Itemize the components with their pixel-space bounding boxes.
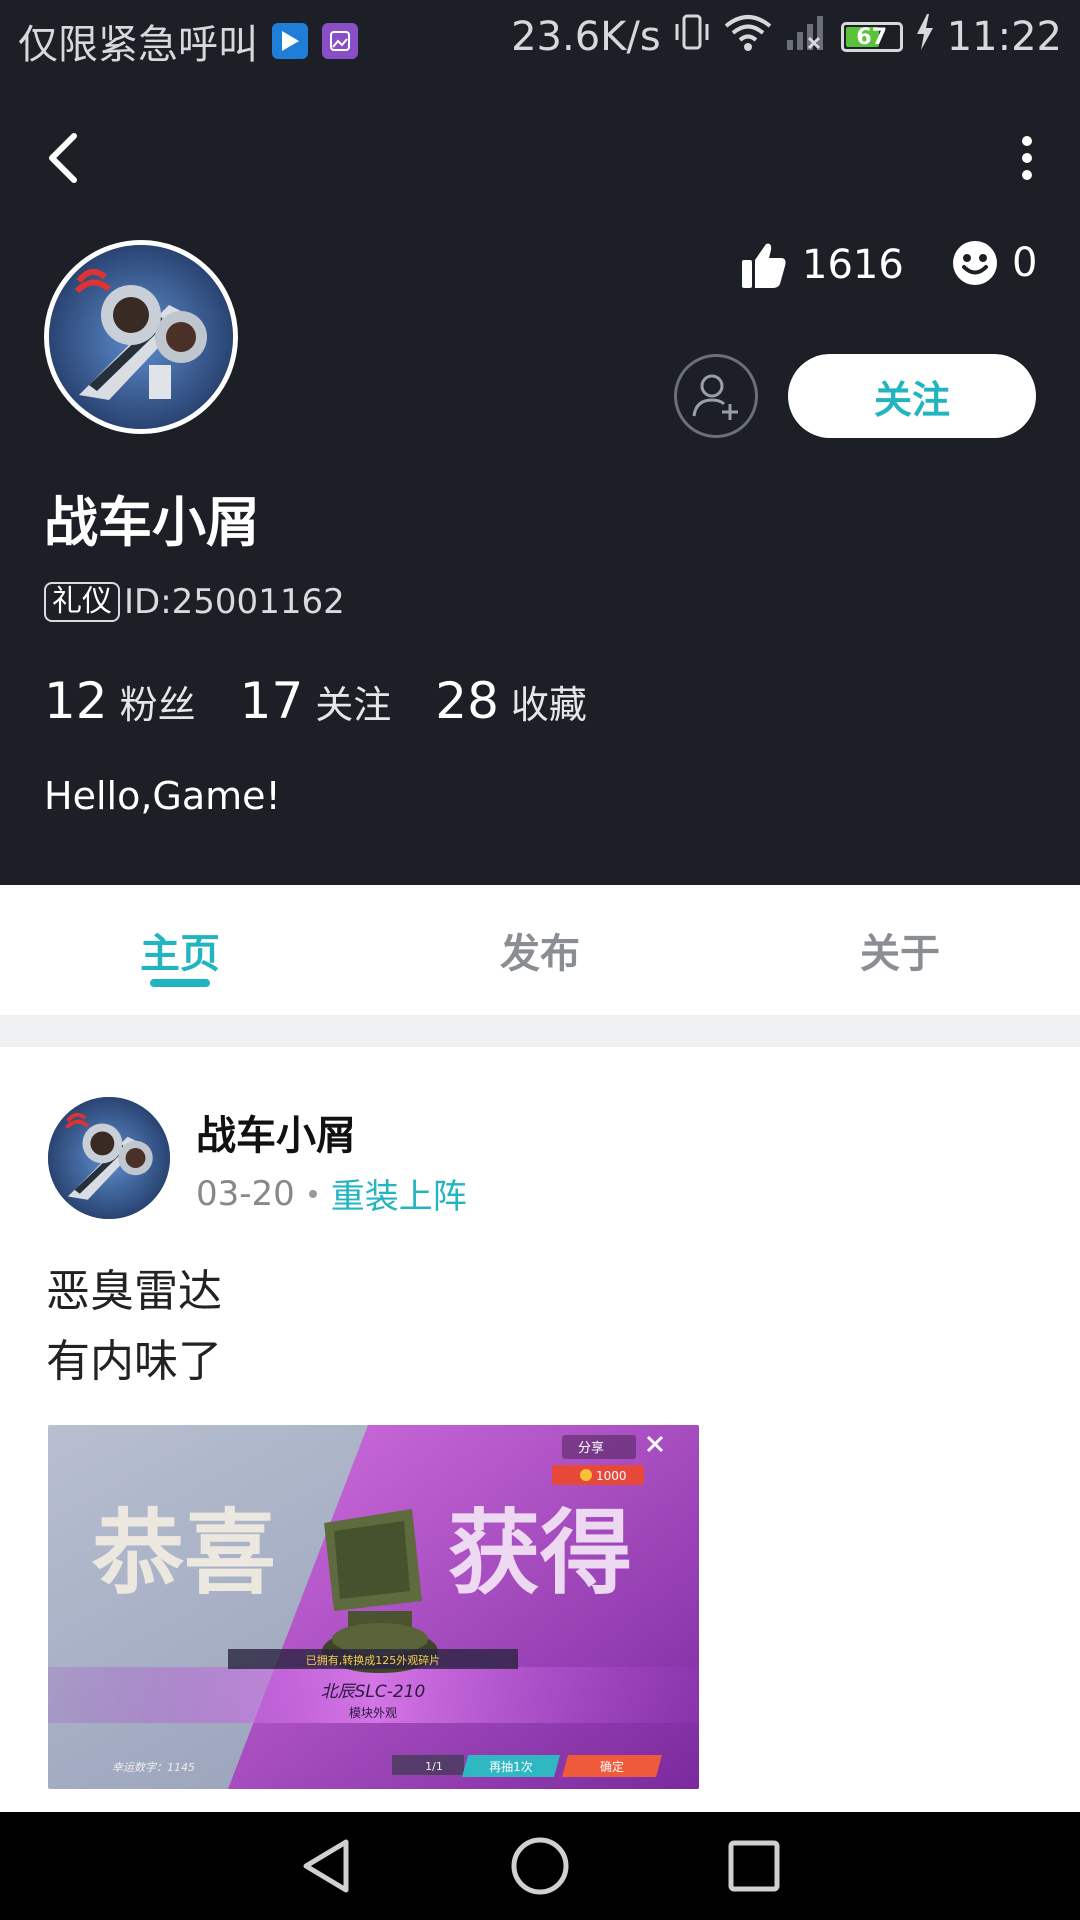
- share-label: 分享: [578, 1440, 604, 1456]
- add-friend-button[interactable]: [674, 354, 758, 438]
- charging-icon: [915, 14, 935, 60]
- tab-home[interactable]: 主页: [0, 885, 360, 1015]
- post-date: 03-20: [196, 1173, 295, 1214]
- item-name: 北辰SLC-210: [321, 1682, 426, 1702]
- mood-stat[interactable]: 0: [952, 240, 1037, 286]
- post-author-avatar[interactable]: [48, 1097, 170, 1219]
- more-dot-icon: [1022, 170, 1032, 180]
- battery-indicator: 67: [840, 22, 903, 52]
- tab-posts-label: 发布: [500, 931, 580, 977]
- favorites-label: 收藏: [510, 683, 587, 727]
- back-arrow-icon: [49, 133, 77, 183]
- more-dot-icon: [1022, 136, 1032, 146]
- vibrate-icon: [673, 12, 711, 62]
- user-id-row: 礼仪 ID:25001162: [44, 582, 345, 622]
- tab-about[interactable]: 关于: [720, 885, 1080, 1015]
- meta-separator: [308, 1189, 317, 1198]
- back-button[interactable]: [44, 128, 94, 188]
- post-text-line: 有内味了: [46, 1336, 222, 1387]
- mood-count: 0: [1012, 240, 1038, 286]
- item-type: 模块外观: [349, 1706, 397, 1720]
- status-bar: 仅限紧急呼叫 23.6K/s 67 11:22: [0, 0, 1080, 72]
- gallery-app-icon: [322, 23, 358, 59]
- active-tab-indicator: [150, 979, 210, 987]
- following-count: 17: [239, 672, 304, 730]
- retry-button-label: 再抽1次: [489, 1760, 533, 1774]
- post-text: 恶臭雷达 有内味了: [46, 1257, 222, 1397]
- tab-posts[interactable]: 发布: [360, 885, 720, 1015]
- nav-home-icon[interactable]: [510, 1836, 570, 1896]
- fans-count: 12: [44, 672, 108, 730]
- profile-counts: 12 粉丝 17 关注 28 收藏: [44, 672, 587, 730]
- favorites-count: 28: [435, 672, 499, 730]
- smiley-icon: [953, 241, 997, 285]
- signal-icon: [785, 12, 829, 62]
- confirm-button-label: 确定: [600, 1759, 624, 1774]
- user-id: ID:25001162: [124, 582, 345, 622]
- favorites-count-item[interactable]: 28 收藏: [435, 672, 587, 730]
- post-game-link[interactable]: 重装上阵: [331, 1169, 467, 1218]
- lucky-number: 幸运数字：1145: [112, 1761, 195, 1774]
- follow-button[interactable]: 关注: [788, 354, 1036, 438]
- banner-left-text: 恭喜: [91, 1500, 276, 1607]
- coins-value: 1000: [596, 1469, 627, 1483]
- nav-recents-icon[interactable]: [726, 1838, 782, 1894]
- draw-counter: 1/1: [425, 1760, 443, 1773]
- profile-avatar[interactable]: [44, 240, 238, 434]
- profile-header: 1616 0 关注 战车小屑 礼仪 ID:25001162 12 粉丝 17 关…: [0, 72, 1080, 885]
- likes-stat[interactable]: 1616: [740, 240, 904, 290]
- net-speed: 23.6K/s: [511, 14, 661, 60]
- owned-note: 已拥有,转换成125外观碎片: [306, 1653, 441, 1667]
- fans-count-item[interactable]: 12 粉丝: [44, 672, 196, 730]
- profile-username: 战车小屑: [44, 491, 260, 554]
- post-image[interactable]: 恭喜 获得 分享 1000 已拥有,转换成125外观碎片 北辰SLC-210 模…: [48, 1425, 699, 1789]
- play-app-icon: [272, 23, 308, 59]
- tab-about-label: 关于: [860, 931, 940, 977]
- system-nav-bar: [0, 1812, 1080, 1920]
- section-divider: [0, 1015, 1080, 1047]
- wifi-icon: [723, 12, 773, 62]
- add-user-icon: [692, 374, 738, 420]
- thumbs-up-icon: [742, 243, 786, 288]
- carrier-text: 仅限紧急呼叫: [18, 22, 258, 68]
- more-options-button[interactable]: [1012, 128, 1042, 188]
- banner-right-text: 获得: [448, 1500, 632, 1607]
- more-dot-icon: [1022, 153, 1032, 163]
- post-meta: 03-20 重装上阵: [196, 1169, 467, 1218]
- likes-count: 1616: [802, 242, 904, 288]
- fans-label: 粉丝: [119, 683, 196, 727]
- post-card[interactable]: 战车小屑 03-20 重装上阵 恶臭雷达 有内味了 恭喜 获得 分享 1000 …: [0, 1047, 1080, 1812]
- clock: 11:22: [946, 14, 1062, 60]
- nav-back-icon[interactable]: [298, 1836, 354, 1896]
- following-label: 关注: [315, 683, 392, 727]
- following-count-item[interactable]: 17 关注: [240, 672, 392, 730]
- profile-bio: Hello,Game!: [44, 774, 281, 818]
- profile-tabs: 主页 发布 关于: [0, 885, 1080, 1015]
- battery-percent: 67: [856, 24, 888, 50]
- post-text-line: 恶臭雷达: [46, 1266, 222, 1317]
- post-author-name[interactable]: 战车小屑: [196, 1103, 356, 1161]
- etiquette-badge[interactable]: 礼仪: [44, 582, 120, 622]
- tab-home-label: 主页: [140, 931, 220, 977]
